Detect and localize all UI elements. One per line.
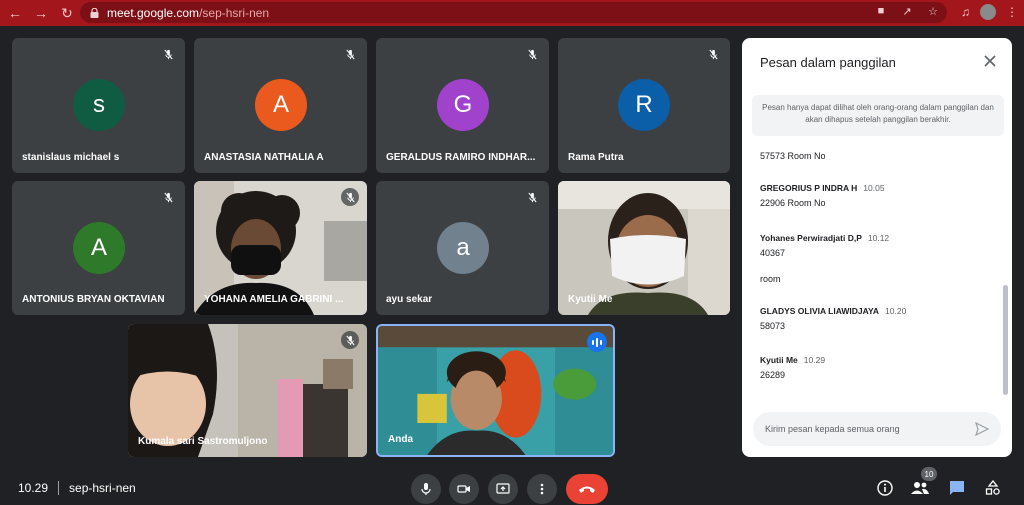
microphone-button[interactable]: [411, 474, 441, 504]
participant-name: GERALDUS RAMIRO INDHAR...: [386, 152, 536, 163]
mic-off-icon: [704, 45, 722, 63]
participant-name: stanislaus michael s: [22, 152, 120, 163]
chat-notice: Pesan hanya dapat dilihat oleh orang-ora…: [752, 95, 1004, 136]
address-bar[interactable]: meet.google.com/sep-hsri-nen ■ ↗ ☆: [80, 2, 947, 23]
mic-off-icon: [523, 188, 541, 206]
mic-off-icon: [341, 188, 359, 206]
chat-title: Pesan dalam panggilan: [760, 55, 896, 70]
close-icon[interactable]: [982, 53, 998, 69]
participant-name: ANTONIUS BRYAN OKTAVIAN: [22, 294, 165, 305]
avatar: s: [73, 79, 125, 131]
message-text: 40367: [760, 248, 786, 258]
browser-toolbar: ← → ↻ meet.google.com/sep-hsri-nen ■ ↗ ☆…: [0, 0, 1024, 26]
mic-off-icon: [159, 45, 177, 63]
media-control-icon[interactable]: ♫: [961, 5, 970, 19]
chat-scrollbar[interactable]: [1003, 285, 1008, 395]
leave-call-button[interactable]: [566, 474, 608, 504]
participant-name: Kumala sari Sastromuljono: [138, 436, 268, 447]
activities-button[interactable]: [983, 478, 1003, 498]
message-sender: GREGORIUS P INDRA H: [760, 183, 858, 193]
people-icon: [911, 482, 929, 494]
reload-icon[interactable]: ↻: [56, 2, 78, 24]
url-path: /sep-hsri-nen: [199, 5, 270, 20]
send-icon[interactable]: [974, 421, 990, 437]
chat-message: Yohanes Perwiradjati D,P 10.12 40367 room: [760, 233, 889, 284]
message-sender: Kyutii Me: [760, 355, 798, 365]
participant-tile[interactable]: G GERALDUS RAMIRO INDHAR...: [376, 38, 549, 173]
mic-off-icon: [159, 188, 177, 206]
share-icon[interactable]: ↗: [901, 5, 913, 18]
self-video: [378, 326, 613, 455]
message-text: 22906 Room No: [760, 198, 826, 208]
message-time: 10.29: [803, 355, 826, 365]
participant-tile-video[interactable]: YOHANA AMELIA GABRINI ...: [194, 181, 367, 315]
self-tile-video[interactable]: Anda: [376, 324, 615, 457]
participant-tile[interactable]: s stanislaus michael s: [12, 38, 185, 173]
participant-name: ANASTASIA NATHALIA A: [204, 152, 324, 163]
participant-name: ayu sekar: [386, 294, 433, 305]
avatar: A: [73, 222, 125, 274]
participant-name: Rama Putra: [568, 152, 624, 163]
camera-icon[interactable]: ■: [875, 5, 887, 18]
avatar: R: [618, 79, 670, 131]
meeting-code: sep-hsri-nen: [69, 481, 136, 495]
more-vert-icon: [540, 483, 544, 495]
divider: [58, 481, 60, 495]
participant-tile-video[interactable]: Kumala sari Sastromuljono: [128, 324, 367, 457]
message-text: 58073: [760, 321, 786, 331]
meeting-info: 10.29 sep-hsri-nen: [18, 481, 136, 495]
profile-avatar[interactable]: [980, 4, 996, 20]
avatar: a: [437, 222, 489, 274]
mic-off-icon: [523, 45, 541, 63]
message-text: 26289: [760, 370, 786, 380]
message-sender: GLADYS OLIVIA LIAWIDJAYA: [760, 306, 880, 316]
chat-button[interactable]: [947, 478, 967, 498]
menu-dots-icon[interactable]: ⋮: [1006, 5, 1018, 19]
camera-button[interactable]: [449, 474, 479, 504]
chat-icon: [950, 481, 964, 495]
present-screen-icon: [496, 483, 510, 494]
meeting-details-button[interactable]: [875, 478, 895, 498]
mic-off-icon: [341, 331, 359, 349]
participant-tile[interactable]: R Rama Putra: [558, 38, 730, 173]
clock-time: 10.29: [18, 481, 49, 495]
participant-name: YOHANA AMELIA GABRINI ...: [204, 294, 344, 305]
back-arrow-icon[interactable]: ←: [4, 2, 26, 24]
chat-message: GLADYS OLIVIA LIAWIDJAYA 10.20 58073: [760, 306, 906, 331]
present-screen-button[interactable]: [488, 474, 518, 504]
message-time: 10.20: [885, 306, 907, 316]
info-icon: [877, 480, 893, 496]
chat-message: GREGORIUS P INDRA H 10.05 22906 Room No: [760, 183, 885, 208]
participant-tile-video[interactable]: Kyutii Me: [558, 181, 730, 315]
star-icon[interactable]: ☆: [927, 5, 939, 18]
participant-name: Kyutii Me: [568, 294, 613, 305]
mic-off-icon: [341, 45, 359, 63]
participant-count-badge: 10: [921, 467, 937, 481]
message-time: 10.12: [867, 233, 890, 243]
participant-tile[interactable]: A ANASTASIA NATHALIA A: [194, 38, 367, 173]
message-text: 57573 Room No: [760, 151, 826, 161]
participants-button[interactable]: [910, 478, 930, 498]
message-text: room: [760, 274, 781, 284]
activities-icon: [985, 480, 1000, 495]
lock-icon: [90, 7, 99, 18]
chat-message-input[interactable]: [753, 412, 1001, 446]
message-time: 10.05: [863, 183, 885, 193]
participant-tile[interactable]: A ANTONIUS BRYAN OKTAVIAN: [12, 181, 185, 315]
forward-arrow-icon[interactable]: →: [30, 2, 52, 24]
message-sender: Yohanes Perwiradjati D,P: [760, 233, 862, 243]
participant-name: Anda: [388, 434, 413, 445]
participant-tile[interactable]: a ayu sekar: [376, 181, 549, 315]
avatar: A: [255, 79, 307, 131]
chat-message: 57573 Room No: [760, 146, 826, 161]
chat-message: Kyutii Me 10.29 26289: [760, 355, 825, 380]
url-host: meet.google.com: [107, 5, 200, 20]
avatar: G: [437, 79, 489, 131]
speaking-indicator-icon: [587, 332, 607, 352]
video-camera-icon: [457, 485, 470, 493]
end-call-icon: [579, 486, 595, 493]
microphone-icon: [421, 483, 431, 495]
more-options-button[interactable]: [527, 474, 557, 504]
chat-panel: Pesan dalam panggilan Pesan hanya dapat …: [742, 38, 1012, 457]
